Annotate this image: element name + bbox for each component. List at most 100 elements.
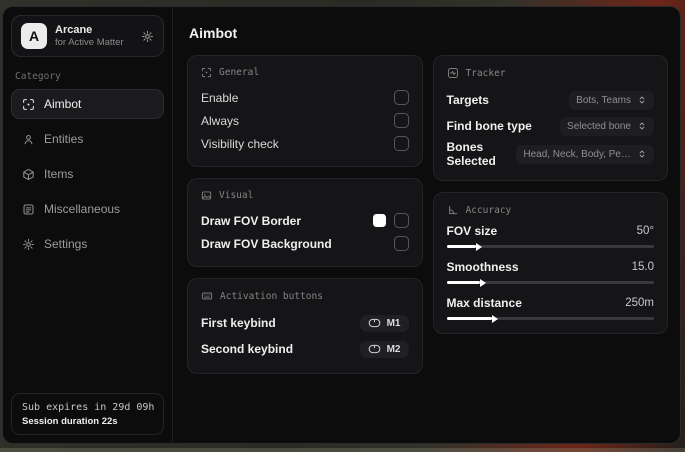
setting-label: Visibility check (201, 136, 279, 151)
always-checkbox[interactable] (393, 113, 409, 128)
enable-checkbox[interactable] (393, 90, 409, 105)
crosshair-icon (22, 98, 35, 111)
accuracy-card: Accuracy FOV size 50° Smoothness 15.0 Ma… (432, 192, 668, 334)
category-nav: Aimbot Entities Items Miscellaneous Sett… (11, 89, 164, 259)
slider-row: Smoothness 15.0 (446, 260, 654, 284)
dropdown-value: Head, Neck, Body, Pe… (523, 148, 631, 160)
smoothness-slider[interactable] (446, 281, 654, 284)
subscription-card: Sub expires in 29d 09h Session duration … (11, 393, 164, 435)
sidebar-item-items[interactable]: Items (11, 159, 164, 189)
category-label: Category (15, 71, 61, 82)
slider-label: Max distance (446, 296, 522, 310)
sidebar-item-settings[interactable]: Settings (11, 229, 164, 259)
card-title: Activation buttons (220, 290, 323, 302)
second-keybind-button[interactable]: M2 (359, 340, 409, 358)
keyboard-icon (201, 290, 213, 302)
slider-fill[interactable] (446, 281, 480, 284)
slider-row: FOV size 50° (446, 224, 654, 248)
sidebar-item-miscellaneous[interactable]: Miscellaneous (11, 194, 164, 224)
slider-fill[interactable] (446, 317, 493, 320)
unfold-icon (637, 121, 647, 131)
brand-logo: A (21, 23, 47, 49)
session-duration-text: Session duration 22s (22, 416, 118, 427)
sidebar-item-aimbot[interactable]: Aimbot (11, 89, 164, 119)
settings-gear-icon[interactable] (141, 30, 154, 43)
find-bone-type-dropdown[interactable]: Selected bone (560, 116, 654, 136)
dropdown-value: Bots, Teams (576, 94, 631, 106)
keybind-label: First keybind (201, 316, 276, 330)
tracker-icon (447, 67, 459, 79)
sidebar-item-label: Aimbot (44, 97, 82, 111)
activation-card: Activation buttons First keybind M1 Seco… (187, 278, 423, 374)
sidebar: A Arcane for Active Matter Category Aimb… (3, 7, 173, 443)
general-card: General Enable Always Visibility check (187, 55, 423, 167)
setting-row: Enable (201, 86, 409, 109)
sidebar-item-label: Items (44, 167, 74, 181)
tracker-row: Bones Selected Head, Neck, Body, Pe… (446, 139, 654, 169)
setting-label: Enable (201, 90, 239, 105)
keybind-value: M1 (386, 317, 401, 329)
dropdown-value: Selected bone (567, 120, 631, 132)
card-title: Tracker (465, 67, 506, 79)
page-title: Aimbot (189, 25, 238, 41)
targets-dropdown[interactable]: Bots, Teams (569, 90, 654, 110)
crosshair-icon (201, 67, 212, 78)
unfold-icon (637, 95, 647, 105)
setting-label: Draw FOV Background (201, 236, 332, 251)
brand-text: Arcane for Active Matter (55, 24, 124, 48)
image-icon (201, 190, 212, 201)
sidebar-item-label: Miscellaneous (44, 202, 121, 216)
keybind-row: First keybind M1 (201, 310, 409, 336)
setting-row: Always (201, 109, 409, 132)
setting-row: Visibility check (201, 132, 409, 155)
tracker-row: Targets Bots, Teams (446, 87, 654, 113)
visual-card: Visual Draw FOV Border Draw FOV Backgrou… (187, 178, 423, 267)
sub-expires-text: Sub expires in 29d 09h (22, 402, 155, 413)
slider-value: 50° (636, 225, 654, 237)
keybind-label: Second keybind (201, 342, 294, 356)
tracker-label: Targets (446, 93, 489, 107)
mouse-icon (368, 318, 381, 328)
draw-fov-background-checkbox[interactable] (393, 236, 409, 251)
slider-label: FOV size (446, 224, 498, 238)
card-title: General (219, 67, 260, 78)
left-column: General Enable Always Visibility check V… (187, 55, 423, 374)
first-keybind-button[interactable]: M1 (359, 314, 409, 332)
main-panel: Aimbot General Enable Always Visibility … (173, 7, 680, 443)
setting-label: Always (201, 113, 240, 128)
slider-fill[interactable] (446, 245, 476, 248)
card-title: Accuracy (465, 204, 512, 216)
person-icon (22, 133, 35, 146)
keybind-row: Second keybind M2 (201, 336, 409, 362)
right-column: Tracker Targets Bots, Teams Find bone ty… (432, 55, 668, 334)
fov-size-slider[interactable] (446, 245, 654, 248)
menu-window: A Arcane for Active Matter Category Aimb… (2, 6, 681, 444)
brand-card: A Arcane for Active Matter (11, 15, 164, 57)
draw-fov-border-checkbox[interactable] (393, 213, 409, 228)
card-title: Visual (219, 190, 254, 201)
bones-selected-dropdown[interactable]: Head, Neck, Body, Pe… (516, 144, 654, 164)
game-backdrop: A Arcane for Active Matter Category Aimb… (0, 0, 685, 452)
setting-row: Draw FOV Border (201, 209, 409, 232)
tracker-row: Find bone type Selected bone (447, 113, 654, 139)
cube-icon (22, 168, 35, 181)
brand-name: Arcane (55, 23, 93, 36)
keybind-value: M2 (386, 343, 401, 355)
setting-row: Draw FOV Background (201, 232, 409, 255)
slider-value: 250m (625, 297, 654, 309)
sidebar-item-label: Entities (44, 132, 84, 146)
brand-subtitle: for Active Matter (55, 36, 124, 48)
slider-value: 15.0 (631, 261, 654, 273)
max-distance-slider[interactable] (446, 317, 654, 320)
sidebar-item-entities[interactable]: Entities (11, 124, 164, 154)
sidebar-item-label: Settings (44, 237, 88, 251)
tracker-label: Bones Selected (446, 140, 496, 168)
fov-border-color-swatch[interactable] (372, 214, 386, 227)
gear-icon (22, 238, 35, 251)
brand-initial: A (28, 28, 40, 44)
unfold-icon (637, 149, 647, 159)
visibility-check-checkbox[interactable] (393, 136, 409, 151)
tracker-card: Tracker Targets Bots, Teams Find bone ty… (432, 55, 668, 181)
setting-label: Draw FOV Border (201, 213, 302, 228)
